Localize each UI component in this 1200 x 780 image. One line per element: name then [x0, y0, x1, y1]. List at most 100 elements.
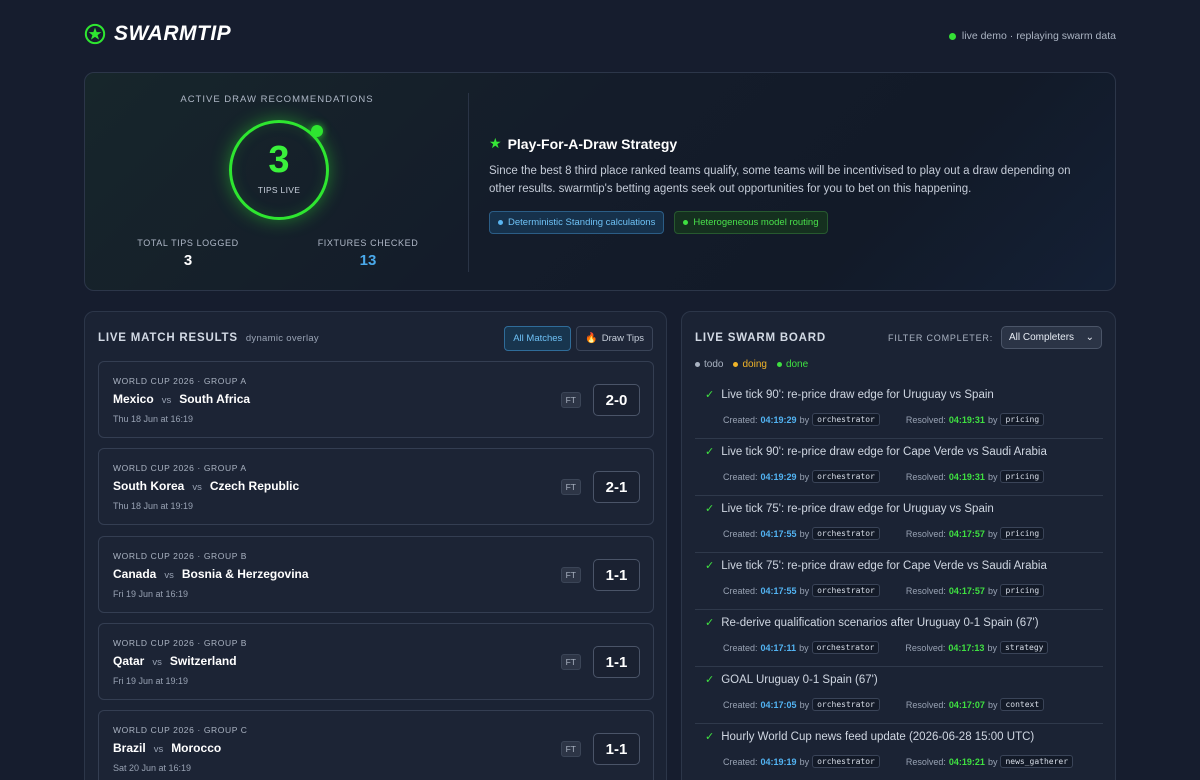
total-tips-label: TOTAL TIPS LOGGED	[137, 238, 239, 248]
chip-deterministic-standing: Deterministic Standing calculations	[489, 211, 665, 234]
match-score: 1-1	[593, 733, 640, 765]
filter-label: FILTER COMPLETER:	[888, 332, 993, 343]
by-label: by	[799, 699, 810, 710]
match-card[interactable]: WORLD CUP 2026 · GROUP C Brazil vs Moroc…	[98, 710, 654, 780]
home-team: Qatar	[113, 654, 145, 668]
task-item[interactable]: ✓ Live tick 75': re-price draw edge for C…	[695, 553, 1103, 610]
resolver-agent-tag: strategy	[999, 641, 1049, 654]
task-meta: Created: 04:17:11 by orchestrator Resolv…	[723, 641, 1049, 654]
hero-stats: ACTIVE DRAW RECOMMENDATIONS 3 TIPS LIVE …	[85, 73, 469, 290]
results-title: LIVE MATCH RESULTS	[98, 332, 238, 344]
created-time: 04:17:55	[760, 585, 797, 596]
resolved-label: Resolved:	[905, 471, 946, 482]
by-label: by	[799, 528, 810, 539]
vs-label: vs	[161, 395, 172, 406]
resolver-agent-tag: pricing	[1000, 527, 1045, 540]
match-status-badge: FT	[560, 567, 581, 583]
task-item[interactable]: ✓ GOAL Uruguay 0-1 Spain (67') Created: 0…	[695, 667, 1103, 724]
results-panel-title: LIVE MATCH RESULTS dynamic overlay	[98, 332, 319, 344]
live-match-results-panel: LIVE MATCH RESULTS dynamic overlay All M…	[84, 311, 667, 780]
doing-dot-icon	[733, 362, 739, 367]
match-score-group: FT 1-1	[560, 733, 640, 765]
match-group: WORLD CUP 2026 · GROUP A	[113, 376, 247, 386]
chip-label: Deterministic Standing calculations	[508, 217, 656, 228]
check-icon: ✓	[705, 731, 715, 743]
live-status-text: live demo · replaying swarm data	[961, 30, 1116, 42]
by-label: by	[987, 585, 998, 596]
star-icon: ★	[489, 135, 502, 151]
creator-agent-tag: orchestrator	[812, 527, 880, 540]
fixtures-checked-stat: FIXTURES CHECKED 13	[293, 238, 443, 269]
match-card[interactable]: WORLD CUP 2026 · GROUP A South Korea vs …	[98, 448, 654, 525]
created-time: 04:17:55	[760, 528, 797, 539]
match-card[interactable]: WORLD CUP 2026 · GROUP B Qatar vs Switze…	[98, 623, 654, 700]
match-card[interactable]: WORLD CUP 2026 · GROUP A Mexico vs South…	[98, 361, 654, 438]
resolved-label: Resolved:	[905, 699, 946, 710]
chevron-down-icon: ⌄	[1085, 332, 1094, 343]
match-group: WORLD CUP 2026 · GROUP B	[113, 638, 248, 648]
by-label: by	[799, 585, 810, 596]
check-icon: ✓	[705, 560, 715, 572]
task-item[interactable]: ✓ Re-derive qualification scenarios after…	[695, 610, 1103, 667]
match-score: 2-0	[593, 384, 640, 416]
vs-label: vs	[152, 657, 162, 668]
completer-select[interactable]: All Completers ⌄	[1001, 326, 1102, 349]
fixtures-checked-label: FIXTURES CHECKED	[317, 238, 419, 248]
home-team: Brazil	[113, 741, 146, 755]
total-tips-stat: TOTAL TIPS LOGGED 3	[113, 238, 263, 269]
created-label: Created:	[723, 528, 758, 539]
task-item[interactable]: ✓ Live tick 90': re-price draw edge for U…	[695, 382, 1103, 439]
home-team: Canada	[113, 567, 157, 581]
vs-label: vs	[153, 744, 164, 755]
created-time: 04:17:05	[760, 699, 797, 710]
created-time: 04:19:19	[760, 756, 797, 767]
creator-agent-tag: orchestrator	[811, 641, 880, 654]
by-label: by	[799, 642, 809, 653]
brand[interactable]: SWARMTIP	[84, 22, 231, 46]
resolved-group: Resolved: 04:19:31 by pricing	[906, 413, 1045, 426]
match-group: WORLD CUP 2026 · GROUP A	[113, 463, 247, 473]
check-icon: ✓	[705, 389, 715, 401]
results-tabs: All Matches 🔥 Draw Tips	[504, 326, 653, 351]
check-icon: ✓	[705, 674, 715, 686]
task-item[interactable]: ✓ Live tick 75': re-price draw edge for U…	[695, 496, 1103, 553]
task-meta: Created: 04:17:05 by orchestrator Resolv…	[723, 698, 1045, 711]
match-card[interactable]: WORLD CUP 2026 · GROUP B Canada vs Bosni…	[98, 536, 654, 613]
legend-doing: doing	[733, 359, 767, 370]
tab-all-matches[interactable]: All Matches	[504, 326, 572, 351]
by-label: by	[799, 414, 810, 425]
check-icon: ✓	[705, 617, 715, 629]
strategy-description: Since the best 8 third place ranked team…	[489, 165, 1071, 195]
match-teams: South Korea vs Czech Republic	[113, 479, 299, 493]
by-label: by	[987, 756, 998, 767]
by-label: by	[987, 471, 998, 482]
match-date: Sat 20 Jun at 16:19	[113, 763, 192, 773]
tips-live-value: 3	[268, 139, 290, 181]
match-score: 1-1	[593, 646, 640, 678]
chip-model-routing: Heterogeneous model routing	[674, 211, 828, 234]
soccer-ball-logo-icon	[84, 23, 106, 45]
task-meta: Created: 04:19:29 by orchestrator Resolv…	[723, 413, 1045, 426]
resolved-label: Resolved:	[905, 528, 946, 539]
match-group: WORLD CUP 2026 · GROUP C	[113, 725, 248, 735]
task-item[interactable]: ✓ Hourly World Cup news feed update (2026…	[695, 724, 1103, 780]
away-team: Czech Republic	[209, 479, 300, 493]
results-subtitle: dynamic overlay	[245, 333, 319, 344]
task-item[interactable]: ✓ Live tick 90': re-price draw edge for C…	[695, 439, 1103, 496]
match-score-group: FT 1-1	[560, 559, 640, 591]
creator-agent-tag: orchestrator	[812, 584, 880, 597]
resolved-time: 04:17:57	[948, 528, 985, 539]
match-status-badge: FT	[560, 741, 581, 757]
resolved-group: Resolved: 04:17:07 by context	[905, 698, 1045, 711]
resolved-label: Resolved:	[905, 642, 946, 653]
match-score: 1-1	[593, 559, 640, 591]
resolved-time: 04:19:31	[948, 414, 985, 425]
resolved-time: 04:19:21	[948, 756, 985, 767]
created-label: Created:	[723, 756, 758, 767]
match-score-group: FT 1-1	[560, 646, 640, 678]
strategy-section: ★ Play-For-A-Draw Strategy Since the bes…	[489, 135, 1089, 234]
tab-draw-tips[interactable]: 🔥 Draw Tips	[576, 326, 653, 351]
legend-done-label: done	[785, 359, 809, 370]
legend-todo: todo	[695, 359, 723, 370]
created-label: Created:	[723, 471, 758, 482]
